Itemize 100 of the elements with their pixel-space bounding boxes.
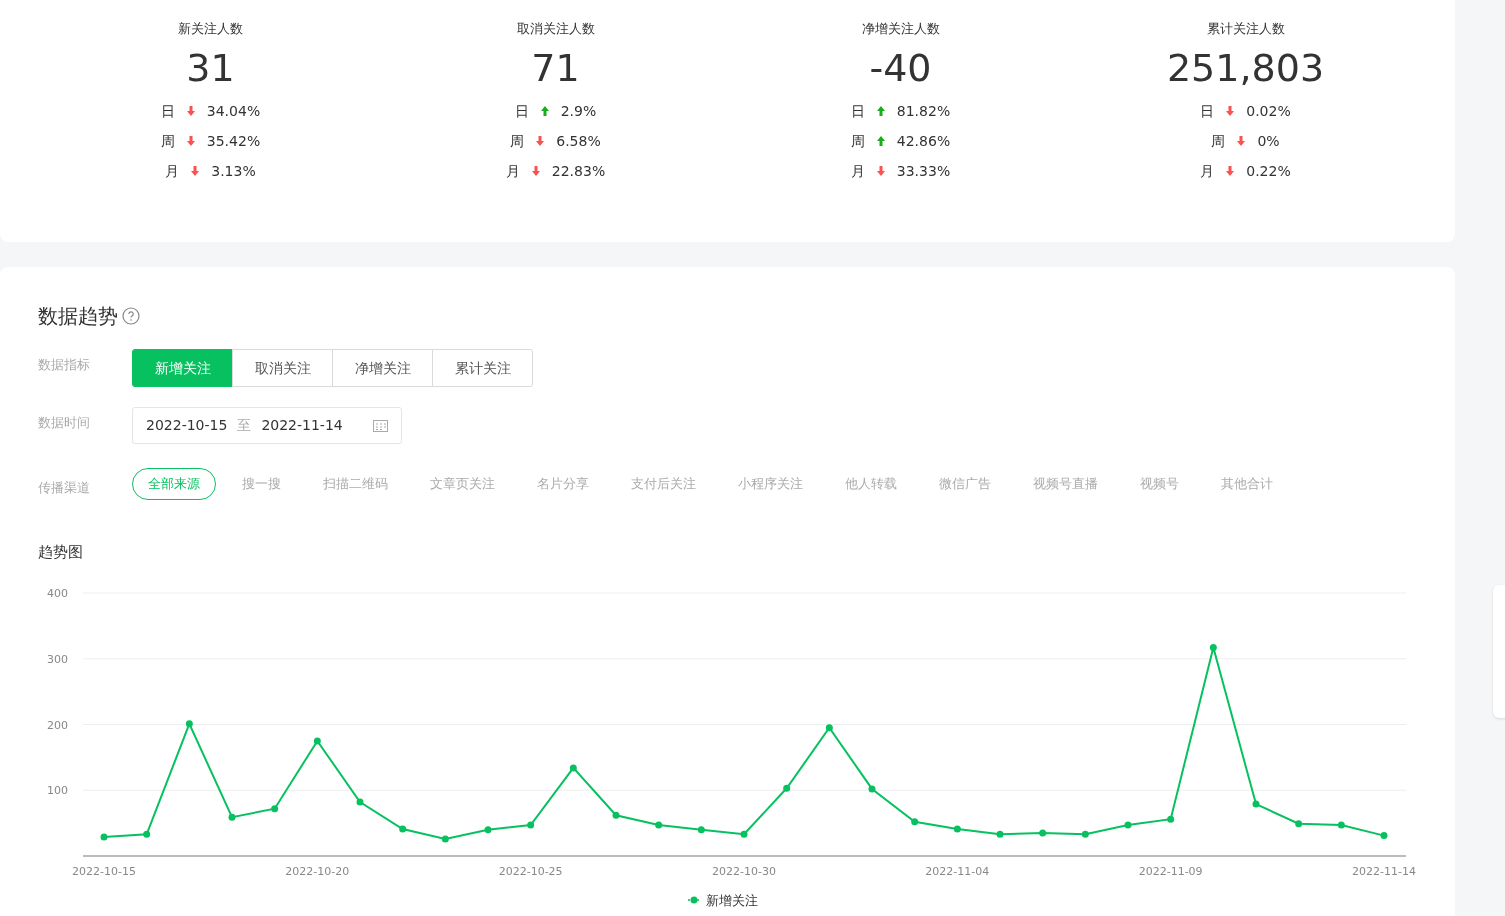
data-point: [996, 830, 1004, 838]
x-axis-label: 2022-11-04: [925, 865, 990, 878]
data-point: [868, 785, 876, 793]
help-icon[interactable]: [122, 307, 140, 325]
change-percent: 34.04%: [206, 101, 261, 121]
change-percent: 6.58%: [556, 131, 601, 151]
stat-title: 净增关注人数: [861, 20, 940, 38]
channel-filter[interactable]: 文章页关注: [414, 468, 511, 500]
data-point: [356, 798, 364, 806]
data-point: [1081, 830, 1089, 838]
data-point: [1252, 800, 1260, 808]
stat-value: 71: [531, 45, 580, 92]
stat-title: 新关注人数: [178, 20, 243, 38]
change-percent: 0.22%: [1246, 161, 1291, 181]
change-percent: 0.02%: [1246, 101, 1291, 121]
data-point: [740, 830, 748, 838]
stat-title: 累计关注人数: [1206, 20, 1285, 38]
period-label: 周: [160, 131, 175, 151]
change-percent: 0%: [1257, 131, 1280, 151]
metric-tab[interactable]: 累计关注: [432, 349, 533, 387]
y-axis-label: 300: [47, 652, 68, 666]
data-point: [612, 811, 620, 819]
channel-filter[interactable]: 微信广告: [923, 468, 1007, 500]
x-axis-label: 2022-10-15: [72, 865, 136, 878]
change-percent: 81.82%: [896, 101, 951, 121]
data-point: [1295, 820, 1303, 828]
channel-filter[interactable]: 支付后关注: [615, 468, 712, 500]
x-axis-label: 2022-11-09: [1138, 865, 1203, 878]
channel-filter[interactable]: 视频号直播: [1017, 468, 1114, 500]
x-axis-label: 2022-10-25: [498, 865, 563, 878]
date-range-field[interactable]: 2022-10-15 至 2022-11-14: [132, 407, 402, 444]
period-label: 日: [514, 101, 529, 121]
y-axis-label: 100: [47, 784, 68, 798]
data-point: [1209, 644, 1217, 652]
period-label: 月: [505, 161, 520, 181]
field-label: 数据时间: [38, 414, 91, 432]
data-point: [271, 805, 279, 813]
change-percent: 42.86%: [896, 131, 951, 151]
channel-filter[interactable]: 其他合计: [1205, 468, 1289, 500]
data-point: [1337, 821, 1345, 829]
stat-value: -40: [869, 45, 932, 92]
channel-filter[interactable]: 小程序关注: [722, 468, 819, 500]
change-percent: 2.9%: [560, 101, 597, 121]
x-axis-label: 2022-11-14: [1352, 865, 1416, 878]
period-label: 日: [850, 101, 865, 121]
stat-value: 31: [186, 45, 235, 92]
period-label: 周: [1211, 131, 1226, 151]
data-point: [527, 821, 535, 829]
channel-filter[interactable]: 视频号: [1124, 468, 1195, 500]
change-percent: 33.33%: [896, 161, 951, 181]
field-label: 传播渠道: [38, 479, 91, 497]
data-point: [313, 737, 321, 745]
period-label: 月: [165, 161, 180, 181]
change-percent: 3.13%: [211, 161, 256, 181]
change-percent: 22.83%: [551, 161, 606, 181]
legend-dot: [690, 896, 698, 904]
period-label: 月: [850, 161, 865, 181]
data-point: [655, 821, 663, 829]
period-label: 月: [1200, 161, 1215, 181]
data-point: [1124, 821, 1132, 829]
data-point: [185, 720, 193, 728]
data-point: [441, 835, 449, 843]
start-date: 2022-10-15: [146, 416, 228, 435]
metric-tab[interactable]: 新增关注: [132, 349, 233, 387]
channel-filter[interactable]: 他人转载: [829, 468, 913, 500]
data-point: [484, 826, 492, 834]
data-point: [399, 825, 407, 833]
channel-filter[interactable]: 名片分享: [521, 468, 605, 500]
date-separator: 至: [237, 416, 252, 435]
stat-title: 取消关注人数: [516, 20, 595, 38]
section-title: 数据趋势: [38, 303, 118, 329]
data-point: [1380, 832, 1388, 840]
data-point: [228, 813, 236, 821]
x-axis-label: 2022-10-30: [712, 865, 776, 878]
y-axis-label: 400: [47, 587, 68, 600]
channel-filter[interactable]: 扫描二维码: [307, 468, 404, 500]
period-label: 日: [160, 101, 175, 121]
data-point: [569, 764, 577, 772]
stat-value: 251,803: [1166, 45, 1325, 92]
change-percent: 35.42%: [206, 131, 261, 151]
data-point: [1039, 829, 1047, 837]
metric-tab[interactable]: 取消关注: [232, 349, 333, 387]
end-date: 2022-11-14: [261, 416, 343, 435]
data-point: [1167, 815, 1175, 823]
legend-label[interactable]: 新增关注: [706, 893, 758, 908]
data-point: [783, 784, 791, 792]
data-point: [100, 833, 108, 841]
period-label: 周: [510, 131, 525, 151]
data-point: [953, 825, 961, 833]
calendar-icon[interactable]: [373, 419, 388, 432]
field-label: 数据指标: [38, 356, 91, 374]
y-axis-label: 200: [47, 718, 68, 732]
x-axis-label: 2022-10-20: [285, 865, 350, 878]
data-point: [143, 830, 151, 838]
metric-tab[interactable]: 净增关注: [332, 349, 433, 387]
chart-title: 趋势图: [38, 542, 83, 562]
period-label: 日: [1200, 101, 1215, 121]
period-label: 周: [850, 131, 865, 151]
data-point: [825, 724, 833, 732]
data-point: [697, 826, 705, 834]
